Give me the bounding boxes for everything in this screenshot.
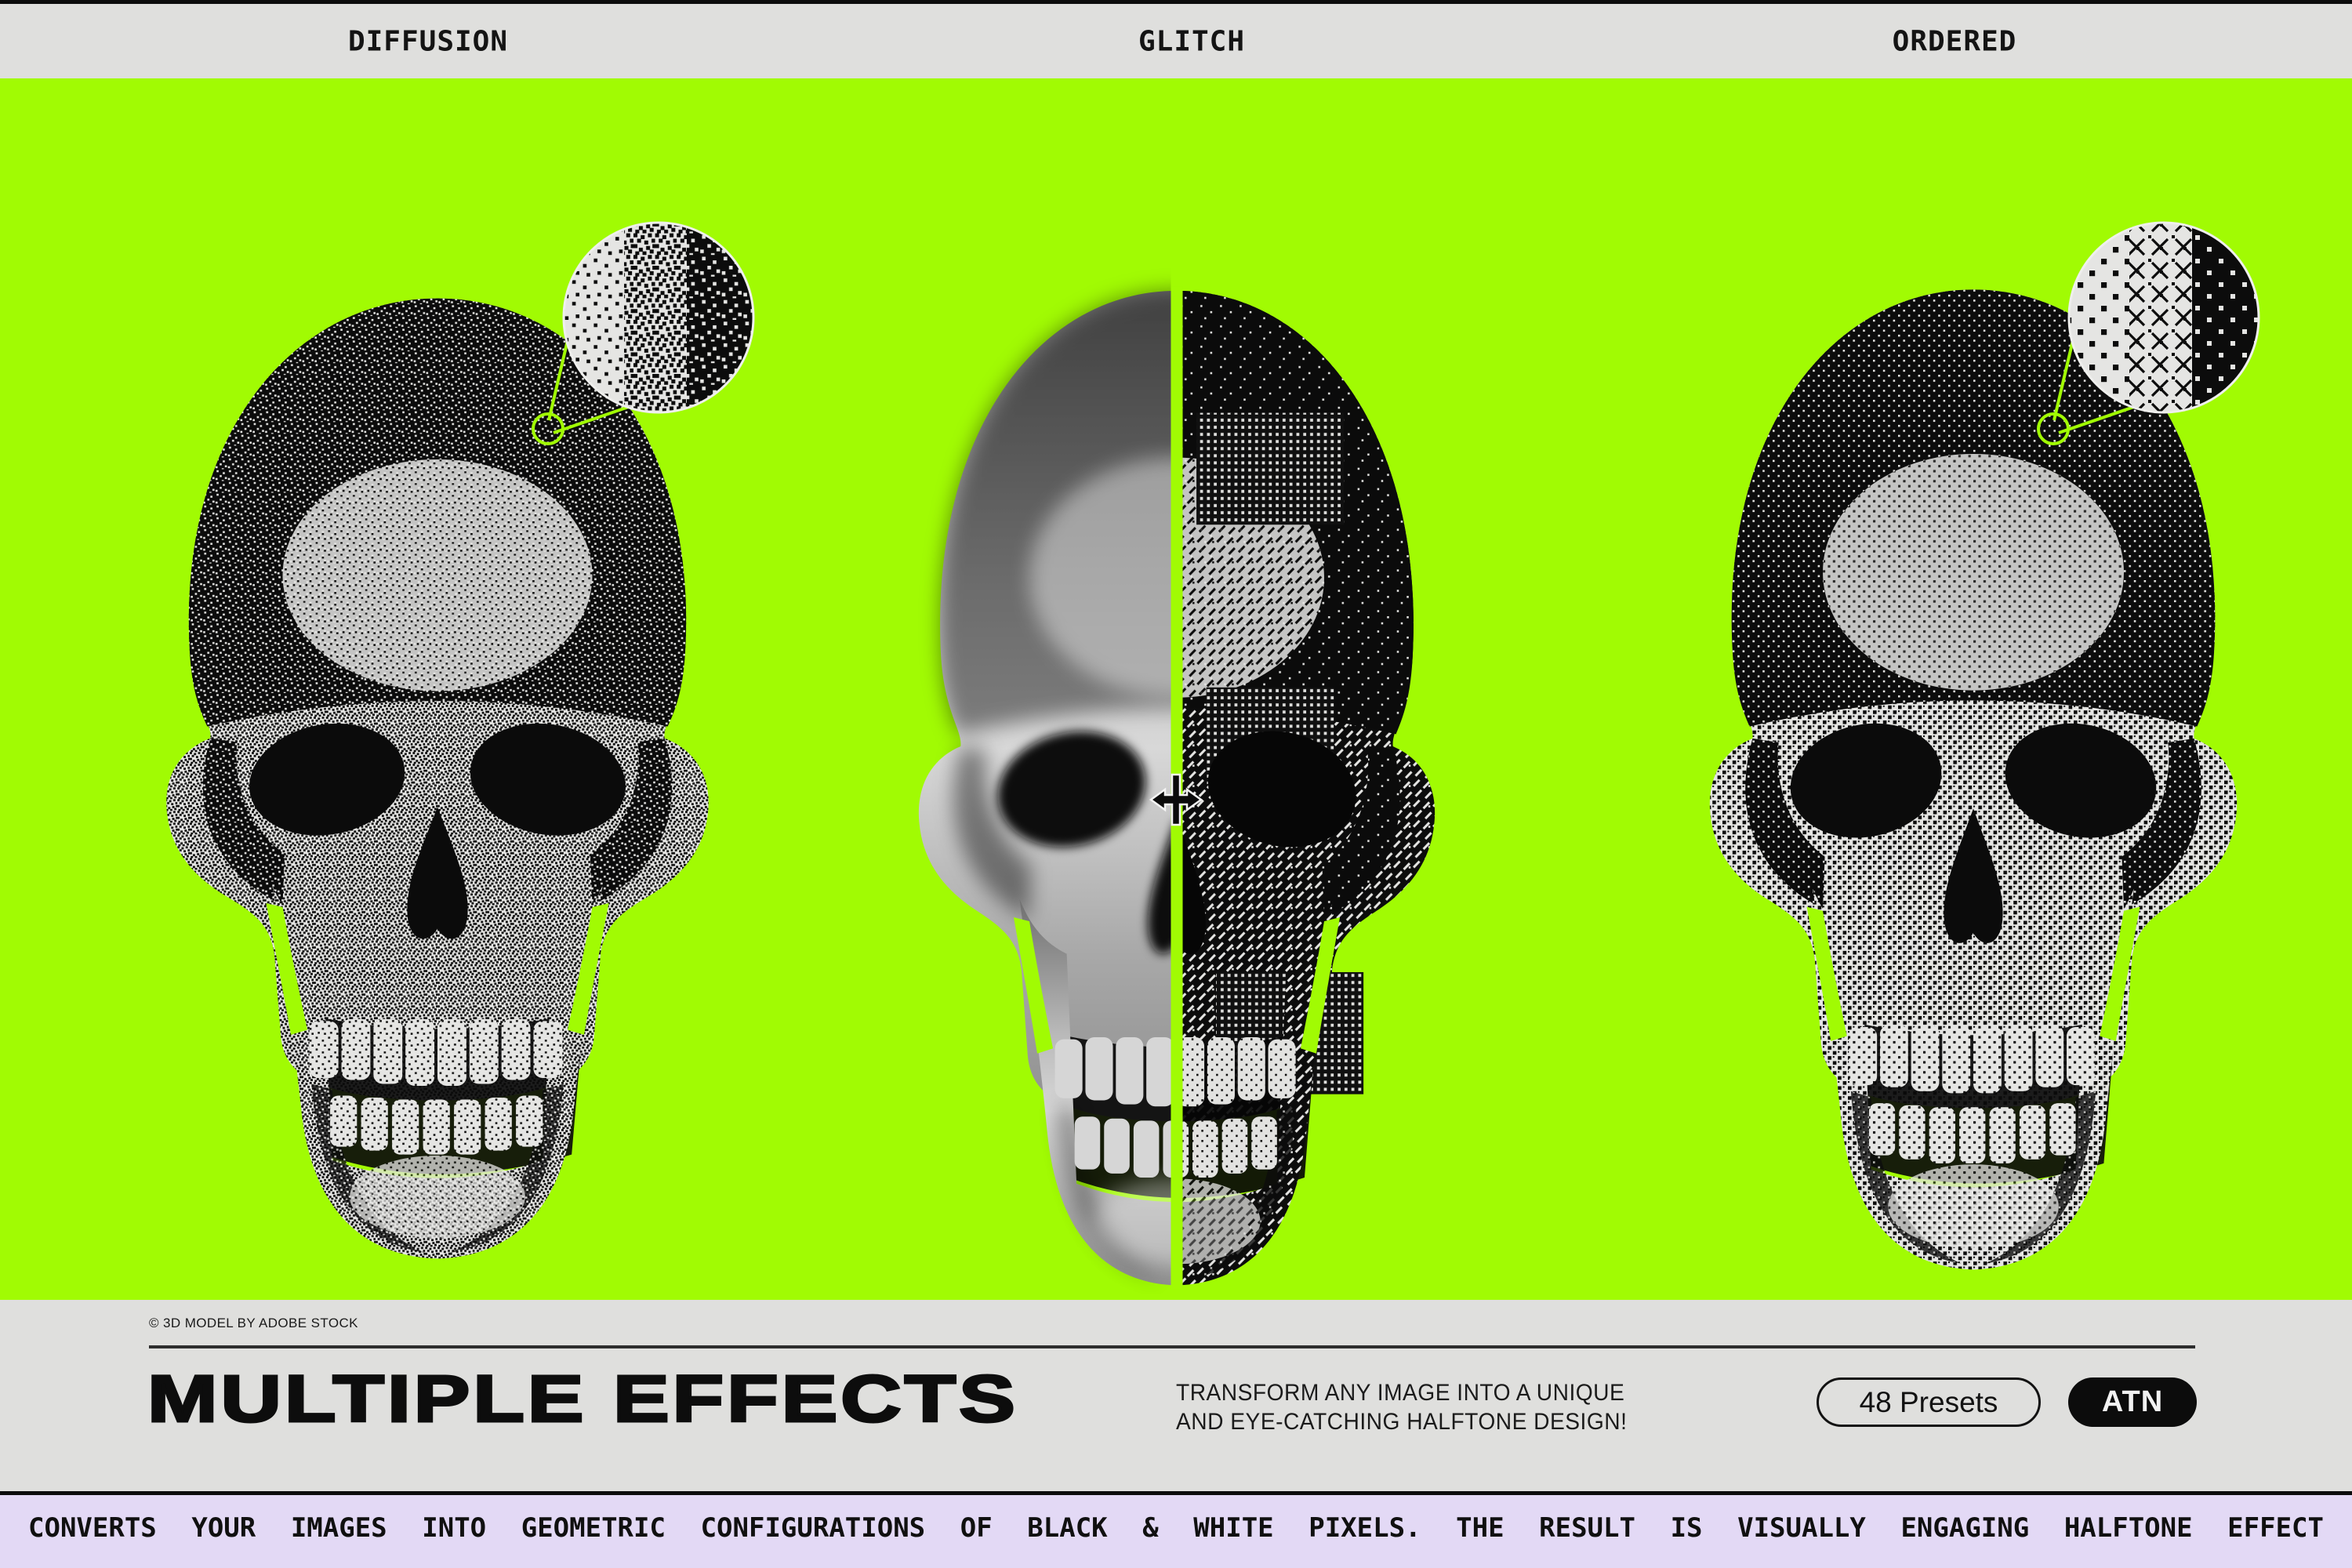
atn-format-button[interactable]: ATN bbox=[2068, 1377, 2197, 1427]
stage bbox=[0, 78, 2352, 1300]
diffusion-zoom-loupe-icon bbox=[525, 212, 776, 463]
halftone-presets-promo: { "colors": { "accent_green": "#A1FB03",… bbox=[0, 0, 2352, 1568]
footer-section: © 3D MODEL BY ADOBE STOCK MULTIPLE EFFEC… bbox=[0, 1300, 2352, 1491]
drag-cursor-icon[interactable] bbox=[1148, 771, 1204, 828]
subtitle-line-1: TRANSFORM ANY IMAGE INTO A UNIQUE bbox=[1176, 1380, 1625, 1406]
page-title: MULTIPLE EFFECTS bbox=[146, 1362, 1018, 1436]
ticker-bar: CONVERTS YOUR IMAGES INTO GEOMETRIC CONF… bbox=[0, 1491, 2352, 1568]
subtitle: TRANSFORM ANY IMAGE INTO A UNIQUE AND EY… bbox=[1176, 1378, 1627, 1436]
subtitle-line-2: AND EYE-CATCHING HALFTONE DESIGN! bbox=[1176, 1409, 1628, 1435]
label-diffusion: DIFFUSION bbox=[347, 25, 509, 57]
ordered-zoom-loupe-icon bbox=[2031, 212, 2281, 463]
divider-rule bbox=[149, 1345, 2195, 1348]
header-bar: DIFFUSION GLITCH ORDERED bbox=[0, 4, 2352, 78]
label-ordered: ORDERED bbox=[1892, 25, 2017, 57]
ticker-text: CONVERTS YOUR IMAGES INTO GEOMETRIC CONF… bbox=[28, 1512, 2324, 1544]
presets-count-button[interactable]: 48 Presets bbox=[1817, 1377, 2041, 1427]
model-credit: © 3D MODEL BY ADOBE STOCK bbox=[149, 1316, 358, 1330]
label-glitch: GLITCH bbox=[1138, 25, 1246, 57]
